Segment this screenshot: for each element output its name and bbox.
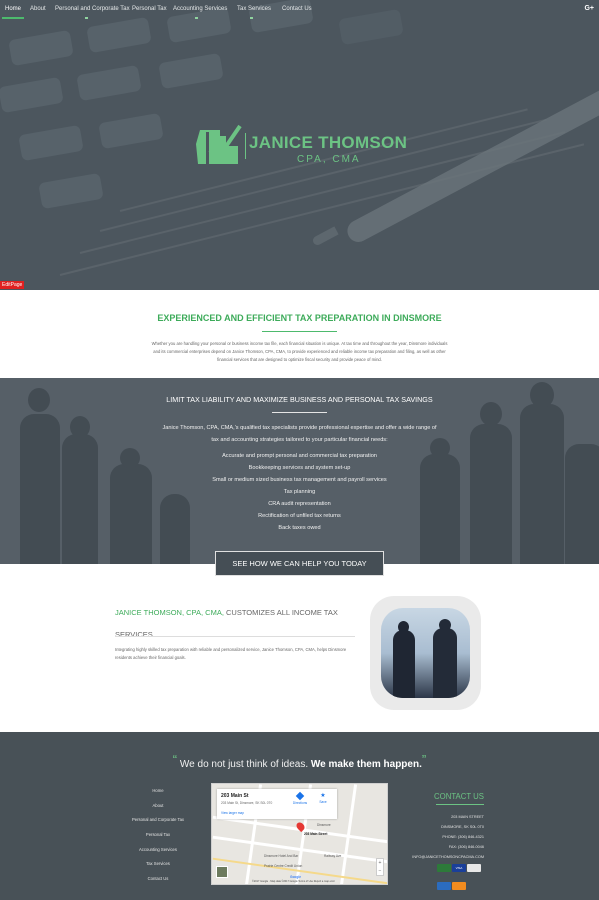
nav-item-home[interactable]: Home (5, 6, 21, 12)
nav-item-accounting-services[interactable]: Accounting Services (173, 6, 227, 12)
contact-title: CONTACT US (434, 792, 484, 801)
customize-title-highlight: JANICE THOMSON, CPA, CMA, (115, 608, 224, 617)
map-label-pin: 203 Main Street (304, 832, 328, 836)
contact-street: 203 MAIN STREET (451, 815, 484, 819)
map-address: 203 Main St, Dinsmore, SK S0L 0T0 (221, 801, 273, 805)
nav-dropdown-indicator (195, 17, 198, 19)
nav-active-underline (2, 17, 24, 19)
map-larger-link[interactable]: View larger map (221, 811, 244, 815)
customize-body: Integrating highly skilled tax preparati… (115, 647, 347, 660)
footer-link-accounting-services[interactable]: Accounting Services (118, 843, 198, 858)
directions-icon (295, 791, 305, 801)
contact-phone[interactable]: PHONE: (306) 846-4321 (400, 832, 484, 842)
footer-link-contact-us[interactable]: Contact Us (118, 872, 198, 887)
quote-bold: We make them happen. (310, 759, 422, 770)
google-logo: Google (290, 875, 301, 879)
services-banner: LIMIT TAX LIABILITY AND MAXIMIZE BUSINES… (0, 378, 599, 564)
map-save-label: Save (319, 800, 327, 804)
footer-quote: “ We do not just think of ideas. We make… (0, 752, 599, 770)
map-satellite-toggle[interactable] (216, 866, 228, 878)
customize-title: JANICE THOMSON, CPA, CMA, CUSTOMIZES ALL… (115, 602, 355, 646)
location-map[interactable]: 203 Main St 203 Main St, Dinsmore, SK S0… (211, 783, 388, 885)
nav-dropdown-indicator (85, 17, 88, 19)
map-label-hotel: Dinsmore Hotel And Bar (264, 854, 299, 858)
services-divider (272, 412, 327, 413)
list-item: Bookkeeping services and system set-up (248, 465, 351, 471)
services-title: LIMIT TAX LIABILITY AND MAXIMIZE BUSINES… (166, 395, 433, 404)
map-label-coop: Prairie Centre Credit Union (264, 864, 303, 868)
intro-divider (262, 331, 337, 332)
visa-card-icon: VISA (452, 864, 466, 872)
cta-button[interactable]: SEE HOW WE CAN HELP YOU TODAY (215, 551, 384, 576)
nav-item-tax-services[interactable]: Tax Services (237, 6, 271, 12)
logo-subtitle: CPA, CMA (297, 154, 361, 165)
nav-dropdown-indicator (250, 17, 253, 19)
list-item: Small or medium sized business tax manag… (212, 477, 387, 483)
list-item: CRA audit representation (268, 501, 331, 507)
customize-divider (115, 636, 355, 637)
google-plus-icon[interactable]: G+ (584, 5, 594, 12)
nav-item-personal-corporate-tax[interactable]: Personal and Corporate Tax (55, 6, 130, 12)
edit-page-button[interactable]: EditPage (0, 281, 25, 289)
services-intro: Janice Thomson, CPA, CMA,'s qualified ta… (162, 425, 437, 443)
star-icon: ★ (320, 793, 326, 799)
discover-card-icon (452, 882, 466, 890)
map-directions-button[interactable]: Directions (290, 791, 310, 805)
footer-link-about[interactable]: About (118, 799, 198, 814)
footer-link-personal-corporate-tax[interactable]: Personal and Corporate Tax (118, 813, 198, 828)
main-nav: Home About Personal and Corporate Tax Pe… (0, 0, 599, 20)
logo-mark-icon (196, 124, 242, 164)
map-label-town: Dinsmore (317, 823, 331, 827)
map-zoom-control[interactable]: + − (376, 858, 384, 876)
mastercard-card-icon (467, 864, 481, 872)
services-list: Accurate and prompt personal and commerc… (0, 450, 599, 534)
map-place: 203 Main St (221, 793, 249, 799)
list-item: Accurate and prompt personal and commerc… (222, 453, 377, 459)
handshake-photo (381, 608, 470, 698)
footer-nav: Home About Personal and Corporate Tax Pe… (118, 784, 198, 887)
interac-card-icon (437, 864, 451, 872)
brand-logo[interactable]: JANICE THOMSON CPA, CMA (192, 124, 412, 168)
nav-item-about[interactable]: About (30, 6, 46, 12)
logo-name: JANICE THOMSON (249, 133, 408, 152)
map-attribution: ©2017 Google · Map data ©2017 Google Ter… (252, 880, 335, 883)
map-info-card: 203 Main St 203 Main St, Dinsmore, SK S0… (217, 789, 337, 819)
contact-city: DINSMORE, SK S0L 0T0 (441, 825, 484, 829)
list-item: Back taxes owed (278, 525, 321, 531)
map-save-button[interactable]: ★ Save (314, 793, 332, 804)
footer-link-personal-tax[interactable]: Personal Tax (118, 828, 198, 843)
nav-item-personal-tax[interactable]: Personal Tax (132, 6, 167, 12)
customize-section: JANICE THOMSON, CPA, CMA, CUSTOMIZES ALL… (0, 564, 599, 732)
intro-section: EXPERIENCED AND EFFICIENT TAX PREPARATIO… (0, 290, 599, 378)
amex-card-icon (437, 882, 451, 890)
list-item: Rectification of unfiled tax returns (258, 513, 341, 519)
intro-body: Whether you are handling your personal o… (151, 341, 448, 362)
contact-block: CONTACT US 203 MAIN STREET DINSMORE, SK … (400, 792, 484, 862)
map-directions-label: Directions (292, 801, 308, 805)
payment-methods: VISA (436, 864, 484, 900)
quote-close-icon: ” (421, 752, 427, 767)
contact-email[interactable]: INFO@JANICETHOMSONCPACMA.COM (400, 852, 484, 862)
contact-divider (436, 804, 484, 805)
intro-title: EXPERIENCED AND EFFICIENT TAX PREPARATIO… (157, 313, 442, 323)
contact-fax: FAX: (306) 846-0046 (448, 845, 484, 849)
list-item: Tax planning (283, 489, 316, 495)
nav-item-contact-us[interactable]: Contact Us (282, 6, 312, 12)
map-label-street: Railway Ave (324, 854, 342, 858)
footer-link-tax-services[interactable]: Tax Services (118, 857, 198, 872)
footer-link-home[interactable]: Home (118, 784, 198, 799)
quote-plain: We do not just think of ideas. (177, 759, 311, 770)
footer: “ We do not just think of ideas. We make… (0, 732, 599, 900)
logo-divider (245, 133, 246, 159)
hero-banner: JANICE THOMSON CPA, CMA EditPage (0, 0, 599, 290)
